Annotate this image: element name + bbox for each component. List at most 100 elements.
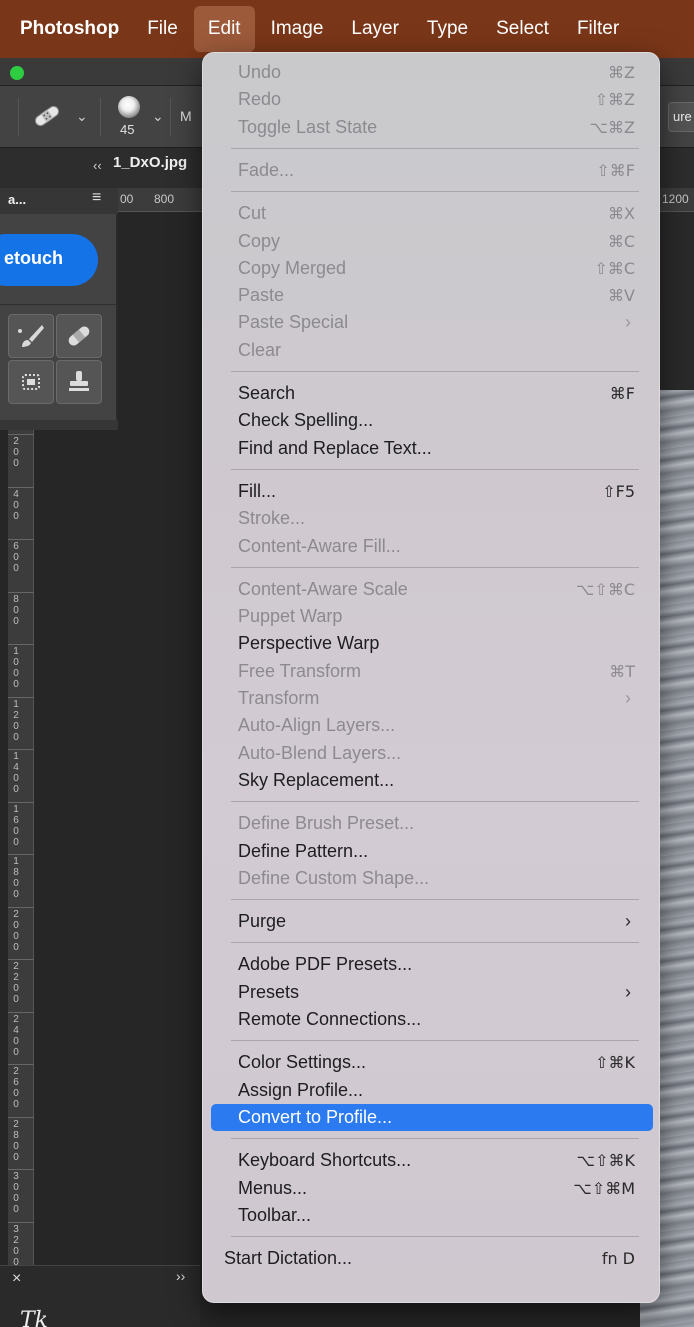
menu-item-label: Toggle Last State bbox=[238, 116, 378, 137]
menu-layer[interactable]: Layer bbox=[337, 0, 413, 58]
menu-item-label: Perspective Warp bbox=[238, 633, 380, 654]
options-divider bbox=[18, 98, 19, 136]
ruler-tick bbox=[8, 696, 34, 698]
menu-item-perspective-warp[interactable]: Perspective Warp bbox=[211, 630, 653, 657]
menu-filter[interactable]: Filter bbox=[563, 0, 633, 58]
menu-item-label: Keyboard Shortcuts... bbox=[238, 1150, 412, 1171]
menu-item-remote-connections[interactable]: Remote Connections... bbox=[211, 1006, 653, 1033]
menu-item-menus[interactable]: Menus... ⌥⇧⌘M bbox=[211, 1175, 653, 1202]
mode-label: M bbox=[180, 108, 192, 124]
menu-item-keyboard-shortcuts[interactable]: Keyboard Shortcuts... ⌥⇧⌘K bbox=[211, 1147, 653, 1174]
menu-item-label: Presets bbox=[238, 981, 300, 1002]
submenu-arrow-icon: › bbox=[625, 981, 631, 1002]
ruler-label: 800 bbox=[13, 593, 19, 627]
menu-item-label: Auto-Align Layers... bbox=[238, 715, 396, 736]
close-icon[interactable]: × bbox=[12, 1270, 21, 1288]
ruler-tick bbox=[8, 854, 34, 855]
menu-item-fill[interactable]: Fill... ⇧F5 bbox=[211, 478, 653, 505]
menu-item-shortcut: ⌘T bbox=[609, 661, 635, 681]
menu-photoshop[interactable]: Photoshop bbox=[0, 0, 133, 58]
menu-item-label: Define Custom Shape... bbox=[238, 867, 430, 888]
menu-item-purge[interactable]: Purge › bbox=[211, 908, 653, 935]
menu-item-shortcut: ⌘Z bbox=[608, 63, 635, 82]
retouch-button[interactable]: etouch bbox=[0, 234, 98, 286]
brush-picker-chevron-icon[interactable]: ⌄ bbox=[152, 108, 164, 125]
menu-item-puppet-warp: Puppet Warp bbox=[211, 603, 653, 630]
menu-item-presets[interactable]: Presets › bbox=[211, 979, 653, 1006]
menu-separator bbox=[231, 801, 639, 803]
ruler-tick bbox=[8, 906, 34, 908]
menu-item-fade: Fade... ⇧⌘F bbox=[211, 157, 653, 184]
collapse-panels-icon[interactable]: ‹‹ bbox=[93, 158, 102, 173]
menu-item-label: Copy Merged bbox=[238, 257, 347, 278]
ruler-label: 3200 bbox=[13, 1223, 19, 1268]
menu-item-label: Clear bbox=[238, 339, 282, 360]
menu-item-adobe-pdf-presets[interactable]: Adobe PDF Presets... bbox=[211, 951, 653, 978]
menu-item-convert-to-profile[interactable]: Convert to Profile... bbox=[211, 1103, 653, 1131]
source-option-button[interactable]: ure bbox=[668, 102, 694, 132]
panel-divider bbox=[0, 304, 118, 305]
menu-item-free-transform: Free Transform ⌘T bbox=[211, 658, 653, 685]
brush-tool-icon[interactable] bbox=[8, 314, 54, 358]
menu-item-redo: Redo ⇧⌘Z bbox=[211, 86, 653, 113]
menu-item-label: Paste Special bbox=[238, 312, 349, 333]
menu-edit[interactable]: Edit bbox=[193, 6, 255, 52]
menu-item-clear: Clear bbox=[211, 337, 653, 364]
submenu-arrow-icon: › bbox=[625, 312, 631, 333]
patch-tool-icon[interactable] bbox=[8, 360, 54, 404]
ruler-label: 800 bbox=[154, 192, 175, 206]
menu-item-check-spelling[interactable]: Check Spelling... bbox=[211, 407, 653, 434]
menu-item-shortcut: ⌥⇧⌘C bbox=[575, 579, 635, 599]
document-tab[interactable]: 1_DxO.jpg bbox=[113, 154, 187, 171]
menu-select[interactable]: Select bbox=[482, 0, 563, 58]
panel-tab[interactable]: a... bbox=[8, 192, 26, 207]
menu-item-toolbar[interactable]: Toolbar... bbox=[211, 1202, 653, 1229]
menu-item-label: Puppet Warp bbox=[238, 606, 343, 627]
menu-item-shortcut: ⇧⌘K bbox=[595, 1053, 635, 1073]
menu-file[interactable]: File bbox=[133, 0, 192, 58]
menu-item-label: Auto-Blend Layers... bbox=[238, 742, 402, 763]
menu-item-color-settings[interactable]: Color Settings... ⇧⌘K bbox=[211, 1049, 653, 1076]
menu-item-assign-profile[interactable]: Assign Profile... bbox=[211, 1077, 653, 1104]
menu-item-label: Paste bbox=[238, 285, 285, 306]
menu-item-shortcut: ⌘V bbox=[608, 286, 635, 306]
menu-item-start-dictation[interactable]: Start Dictation... fn D bbox=[211, 1245, 653, 1272]
ruler-label: 200 bbox=[13, 436, 19, 469]
menu-item-find-and-replace-text[interactable]: Find and Replace Text... bbox=[211, 435, 653, 462]
expand-icon[interactable]: ›› bbox=[176, 1268, 185, 1284]
menu-item-label: Cut bbox=[238, 203, 267, 224]
menu-item-shortcut: ⌥⇧⌘K bbox=[576, 1151, 635, 1171]
menu-item-define-brush-preset: Define Brush Preset... bbox=[211, 810, 653, 837]
tool-preset-chevron-icon[interactable]: ⌄ bbox=[76, 108, 88, 125]
submenu-arrow-icon: › bbox=[625, 911, 631, 932]
panel-menu-icon[interactable]: ≡ bbox=[92, 189, 101, 207]
menu-item-shortcut: ⌥⇧⌘M bbox=[573, 1178, 635, 1198]
bottom-panel: × ›› Tk bbox=[0, 1265, 200, 1327]
menu-item-label: Stroke... bbox=[238, 508, 306, 529]
menu-item-content-aware-fill: Content-Aware Fill... bbox=[211, 533, 653, 560]
menu-item-sky-replacement[interactable]: Sky Replacement... bbox=[211, 767, 653, 794]
ruler-tick bbox=[8, 1221, 34, 1223]
menu-item-label: Undo bbox=[238, 62, 282, 82]
menu-type[interactable]: Type bbox=[413, 0, 482, 58]
menu-image[interactable]: Image bbox=[257, 0, 338, 58]
menu-item-label: Transform bbox=[238, 688, 320, 708]
menu-item-transform: Transform › bbox=[211, 685, 653, 712]
ruler-tick bbox=[8, 539, 34, 540]
ruler-label: 1200 bbox=[13, 698, 19, 743]
ruler-label: 2000 bbox=[13, 908, 19, 953]
menu-item-search[interactable]: Search ⌘F bbox=[211, 380, 653, 407]
menu-item-cut: Cut ⌘X bbox=[211, 200, 653, 227]
menu-item-define-custom-shape: Define Custom Shape... bbox=[211, 865, 653, 892]
healing-brush-icon[interactable] bbox=[30, 104, 64, 128]
menu-item-shortcut: ⇧⌘F bbox=[596, 160, 635, 180]
menu-item-content-aware-scale: Content-Aware Scale ⌥⇧⌘C bbox=[211, 576, 653, 603]
ruler-tick bbox=[8, 1064, 34, 1065]
healing-tool-icon[interactable] bbox=[56, 314, 102, 358]
zoom-window-button[interactable] bbox=[10, 66, 24, 80]
panel-header: a... ≡ bbox=[0, 188, 118, 214]
clone-stamp-icon[interactable] bbox=[56, 360, 102, 404]
brush-preview-icon[interactable] bbox=[118, 96, 140, 118]
menu-item-copy-merged: Copy Merged ⇧⌘C bbox=[211, 255, 653, 282]
menu-item-define-pattern[interactable]: Define Pattern... bbox=[211, 838, 653, 865]
